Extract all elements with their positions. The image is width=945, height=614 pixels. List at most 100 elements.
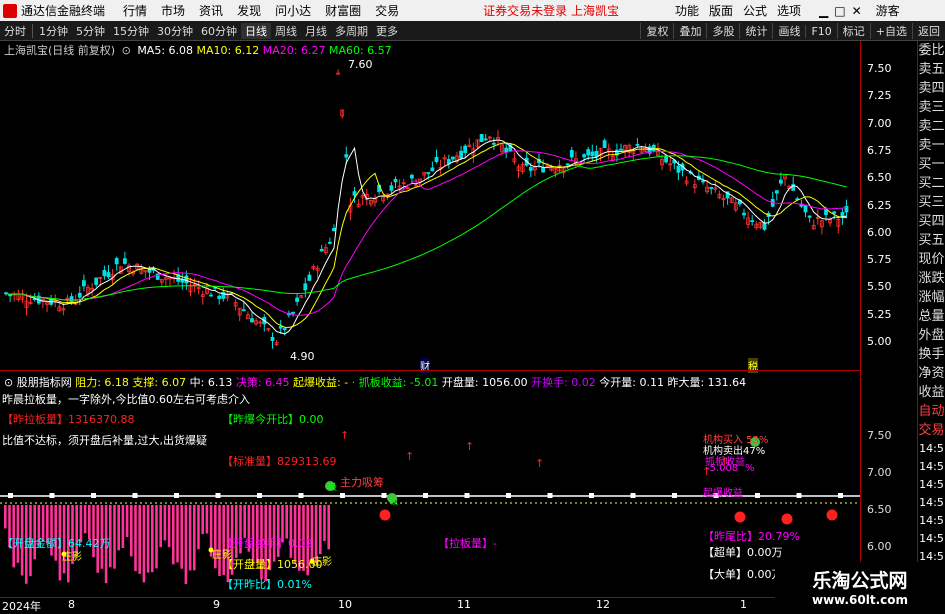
period-30min[interactable]: 30分钟	[153, 23, 197, 39]
tool-huaxian[interactable]: 画线	[772, 23, 805, 39]
tool-tongji[interactable]: 统计	[739, 23, 772, 39]
quote-panel-item[interactable]: 卖四	[918, 79, 945, 98]
period-60min[interactable]: 60分钟	[197, 23, 241, 39]
period-weekly[interactable]: 周线	[271, 23, 301, 39]
quote-panel-item[interactable]: 买五	[918, 231, 945, 250]
quote-panel-item[interactable]: 换手	[918, 345, 945, 364]
menu-item-gongneng[interactable]: 功能	[675, 2, 699, 19]
tool-diejia[interactable]: 叠加	[673, 23, 706, 39]
tool-zixuan[interactable]: +自选	[869, 23, 912, 39]
candle-body	[479, 134, 484, 143]
period-monthly[interactable]: 月线	[301, 23, 331, 39]
close-icon[interactable]: ✕	[852, 4, 862, 18]
volume-bar	[83, 505, 87, 534]
white-marker	[257, 493, 262, 498]
candle-body	[569, 149, 574, 158]
quote-panel-item[interactable]: 外盘	[918, 326, 945, 345]
quote-panel-item[interactable]: 买一	[918, 155, 945, 174]
quote-panel-item[interactable]: 净资	[918, 364, 945, 383]
white-marker	[381, 493, 387, 498]
candle-body	[8, 294, 13, 297]
menu-item-wenxiaoda[interactable]: 问小达	[275, 2, 311, 19]
candle-body	[106, 272, 111, 278]
watermark: 乐淘公式网 www.60lt.com	[775, 562, 945, 609]
candlestick-chart[interactable]	[0, 41, 860, 370]
menu-item-caifuquan[interactable]: 财富圈	[325, 2, 361, 19]
ind-text-xi-1: 吸	[328, 483, 338, 493]
period-more[interactable]: 更多	[372, 23, 402, 39]
up-arrow-icon: ↑	[340, 429, 349, 442]
tool-f10[interactable]: F10	[805, 24, 836, 38]
menu-item-faxian[interactable]: 发现	[237, 2, 261, 19]
quote-panel-item[interactable]: 现价	[918, 250, 945, 269]
quote-panel-item[interactable]: 涨跌	[918, 269, 945, 288]
quote-panel-item[interactable]: 卖五	[918, 60, 945, 79]
volume-bar	[323, 505, 326, 541]
menu-item-shichang[interactable]: 市场	[161, 2, 185, 19]
volume-bar	[113, 505, 116, 569]
menu-item-xuanxiang[interactable]: 选项	[777, 2, 801, 19]
tool-biaoji[interactable]: 标记	[836, 23, 870, 39]
period-15min[interactable]: 15分钟	[109, 23, 153, 39]
settings-icon[interactable]: ⊙	[122, 44, 131, 57]
period-5min[interactable]: 5分钟	[72, 23, 109, 39]
menu-item-gongshi[interactable]: 公式	[743, 2, 767, 19]
candle-body	[393, 178, 398, 183]
period-daily[interactable]: 日线	[241, 22, 271, 39]
quote-panel-item[interactable]: 卖一	[918, 136, 945, 155]
volume-bar	[134, 505, 137, 572]
quote-panel-item[interactable]: 交易	[918, 421, 945, 440]
maximize-icon[interactable]: □	[834, 4, 845, 18]
y-tick-main: 6.50	[867, 171, 892, 185]
candle-body	[295, 297, 300, 302]
quote-panel-item[interactable]: 收益	[918, 383, 945, 402]
tool-fanhui[interactable]: 返回	[912, 23, 945, 39]
candle-body	[307, 274, 312, 281]
candle-body	[450, 156, 455, 160]
tool-duogu[interactable]: 多股	[706, 23, 739, 39]
period-1min[interactable]: 1分钟	[35, 23, 72, 39]
quote-panel-item[interactable]: 总量	[918, 307, 945, 326]
menu-item-hangqing[interactable]: 行情	[123, 2, 147, 19]
menu-item-zixun[interactable]: 资讯	[199, 2, 223, 19]
ind-text-chaodan: 【超单】0.00万	[703, 546, 783, 559]
high-price-label: 7.60	[348, 58, 373, 71]
ind-text-zhulixichou: 主力吸筹	[340, 476, 384, 489]
menu-item-banmian[interactable]: 版面	[709, 2, 733, 19]
guest-label[interactable]: 游客	[876, 2, 900, 19]
quote-panel-item[interactable]: 自动	[918, 402, 945, 421]
candle-body	[184, 275, 189, 284]
candle-body	[77, 292, 82, 298]
signal-dot-red	[781, 513, 793, 525]
quote-panel-item[interactable]: 委比	[918, 41, 945, 60]
volume-bar	[285, 505, 288, 539]
candle-body	[586, 149, 591, 156]
candle-body	[590, 151, 595, 157]
stock-title: 上海凯宝(日线 前复权)	[4, 44, 116, 57]
minimize-icon[interactable]: ▁	[819, 4, 828, 18]
menu-item-jiaoyi[interactable]: 交易	[375, 2, 399, 19]
quote-panel-item[interactable]: 卖二	[918, 117, 945, 136]
quote-panel-item[interactable]: 买二	[918, 174, 945, 193]
tool-fuquan[interactable]: 复权	[640, 23, 673, 39]
quote-panel-item[interactable]: 买三	[918, 193, 945, 212]
candle-body	[389, 185, 394, 191]
y-tick-main: 6.25	[867, 198, 892, 212]
quote-panel-item[interactable]: 卖三	[918, 98, 945, 117]
up-arrow-icon: ↑	[535, 457, 544, 470]
login-warning[interactable]: 证券交易未登录 上海凯宝	[483, 2, 619, 19]
y-tick-indicator: 7.50	[867, 429, 892, 442]
ind-text-zuoweibi: 【昨尾比】20.79%	[703, 530, 800, 543]
period-fenshi[interactable]: 分时	[0, 23, 30, 39]
quote-panel-item[interactable]: 买四	[918, 212, 945, 231]
y-tick-main: 7.25	[867, 89, 892, 103]
period-multi[interactable]: 多周期	[331, 23, 372, 39]
quote-panel-item[interactable]: 涨幅	[918, 288, 945, 307]
volume-bar	[121, 505, 125, 548]
quote-time-item: 14:5	[919, 514, 944, 527]
x-label-1: 1	[740, 598, 747, 611]
volume-bar	[243, 505, 246, 538]
candle-body	[209, 294, 213, 297]
period-toolbar: 分时 1分钟 5分钟 15分钟 30分钟 60分钟 日线 周线 月线 多周期 更…	[0, 21, 945, 41]
candle-body	[832, 211, 837, 214]
